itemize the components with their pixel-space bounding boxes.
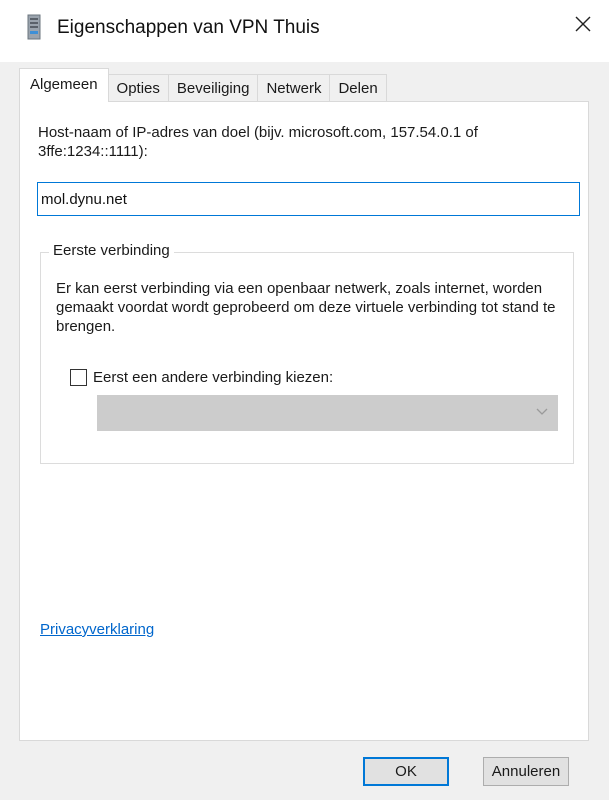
ok-button[interactable]: OK	[363, 757, 449, 786]
connection-select	[97, 395, 558, 431]
tab-general[interactable]: Algemeen	[19, 68, 109, 102]
tab-sharing[interactable]: Delen	[329, 74, 387, 102]
first-connection-group: Eerste verbinding Er kan eerst verbindin…	[40, 242, 574, 464]
window-title: Eigenschappen van VPN Thuis	[57, 17, 320, 38]
tab-options[interactable]: Opties	[107, 74, 169, 102]
privacy-link[interactable]: Privacyverklaring	[40, 621, 154, 638]
group-title: Eerste verbinding	[49, 242, 174, 259]
chevron-down-icon	[536, 408, 548, 415]
first-connection-checkbox[interactable]	[70, 369, 87, 386]
host-input[interactable]	[37, 182, 580, 216]
vpn-network-icon	[27, 14, 41, 40]
first-connection-checkbox-row[interactable]: Eerst een andere verbinding kiezen:	[70, 369, 333, 386]
group-description: Er kan eerst verbinding via een openbaar…	[56, 280, 556, 335]
properties-dialog: Eigenschappen van VPN Thuis Algemeen Opt…	[0, 0, 609, 800]
general-tab-panel: Host-naam of IP-adres van doel (bijv. mi…	[19, 101, 589, 741]
cancel-button[interactable]: Annuleren	[483, 757, 569, 786]
close-button[interactable]	[561, 0, 609, 48]
host-label: Host-naam of IP-adres van doel (bijv. mi…	[38, 124, 478, 160]
title-bar: Eigenschappen van VPN Thuis	[0, 0, 609, 62]
tab-strip: Algemeen Opties Beveiliging Netwerk Dele…	[19, 68, 387, 102]
close-icon	[575, 16, 591, 32]
checkbox-label: Eerst een andere verbinding kiezen:	[93, 369, 334, 386]
tab-security[interactable]: Beveiliging	[167, 74, 259, 102]
tab-network[interactable]: Netwerk	[257, 74, 331, 102]
